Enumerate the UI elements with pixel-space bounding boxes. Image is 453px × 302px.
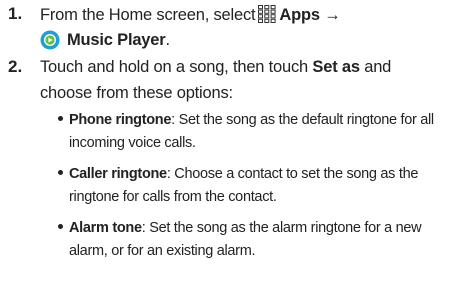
option-desc: : Set the song as the alarm ringtone for…	[141, 220, 422, 236]
option-term: Caller ringtone	[69, 166, 167, 182]
option-desc: : Choose a contact to set the song as th…	[166, 166, 419, 182]
music-player-label: Music Player	[67, 31, 166, 49]
instruction-page: 1. From the Home screen, select Apps → M…	[0, 0, 453, 302]
option-desc: : Set the song as the default ringtone f…	[171, 112, 434, 128]
set-as-label: Set as	[312, 58, 360, 76]
option-caller-ringtone: Caller ringtone: Choose a contact to set…	[58, 166, 418, 182]
step-2-text-b: and	[364, 58, 392, 76]
bullet-icon	[58, 116, 63, 121]
option-caller-ringtone-cont: ringtone for calls from the contact.	[69, 189, 277, 205]
option-phone-ringtone-cont: incoming voice calls.	[69, 135, 196, 151]
step-2-line-2: choose from these options:	[40, 84, 233, 102]
step-2-text-a: Touch and hold on a song, then touch	[40, 58, 309, 76]
step-1-text: From the Home screen, select	[40, 6, 256, 24]
step-1-period: .	[165, 31, 171, 49]
music-player-icon	[40, 30, 60, 50]
arrow-glyph: →	[324, 6, 341, 24]
option-term: Phone ringtone	[69, 112, 172, 128]
option-term: Alarm tone	[69, 220, 142, 236]
bullet-icon	[58, 224, 63, 229]
step-2-line-1: Touch and hold on a song, then touch Set…	[40, 58, 391, 77]
step-1-line-1: From the Home screen, select Apps →	[40, 5, 341, 25]
option-alarm-tone: Alarm tone: Set the song as the alarm ri…	[58, 220, 422, 236]
step-1-line-2: Music Player.	[67, 31, 170, 50]
option-phone-ringtone: Phone ringtone: Set the song as the defa…	[58, 112, 434, 128]
step-number-2: 2.	[8, 57, 23, 76]
option-alarm-tone-cont: alarm, or for an existing alarm.	[69, 243, 256, 259]
bullet-icon	[58, 170, 63, 175]
apps-grid-icon	[258, 5, 277, 23]
apps-label: Apps	[279, 6, 320, 24]
step-number-1: 1.	[8, 4, 23, 23]
